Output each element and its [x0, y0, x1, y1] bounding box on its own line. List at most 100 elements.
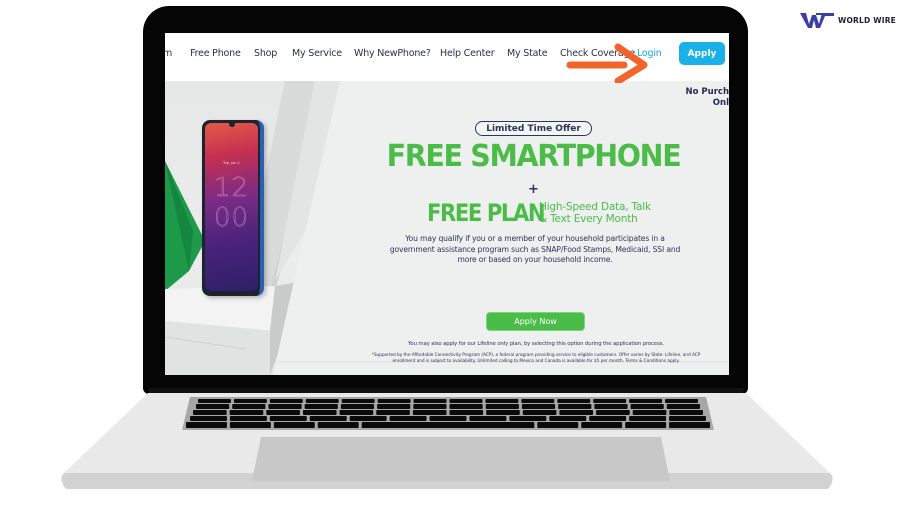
plan-title: FREE PLAN: [427, 199, 546, 227]
keyboard-key: [629, 416, 667, 421]
nav-item-free-phone[interactable]: Free Phone: [190, 48, 241, 59]
keyboard-key: [193, 410, 227, 415]
side-note-line1: No Purch: [685, 87, 729, 97]
nav-item-shop[interactable]: Shop: [254, 48, 277, 59]
keyboard-key: [666, 404, 700, 409]
keyboard-key: [186, 422, 227, 428]
keyboard-key: [596, 410, 630, 415]
keyboard-key: [509, 416, 547, 421]
keyboard-key: [305, 399, 339, 403]
keyboard-key: [302, 410, 337, 415]
keyboard-spacebar: [361, 422, 535, 428]
keyboard-key: [304, 404, 338, 409]
keyboard-key: [349, 416, 387, 421]
keyboard-key: [522, 410, 557, 415]
keyboard-key: [389, 416, 427, 421]
keyboard-key: [339, 410, 374, 415]
keyboard-key: [521, 404, 556, 409]
keyboard-key: [268, 404, 302, 409]
phone-clock-minutes: 00: [213, 203, 250, 233]
keyboard-key: [429, 416, 467, 421]
keyboard-key: [632, 410, 667, 415]
keyboard-key: [229, 416, 267, 421]
nav-item-help-center[interactable]: Help Center: [440, 48, 495, 59]
keyboard-key: [665, 399, 698, 403]
phone-clock: 12 00: [205, 173, 258, 233]
annotation-arrow-icon: [566, 43, 648, 83]
nav-item-partial[interactable]: m: [165, 48, 172, 59]
keyboard-key: [558, 404, 592, 409]
keyboard-key: [593, 399, 627, 403]
keyboard-key: [269, 416, 307, 421]
side-note-line2: Onl: [712, 98, 729, 108]
limited-offer-badge: Limited Time Offer: [475, 121, 592, 136]
keyboard-key: [486, 410, 520, 415]
keyboard-key: [594, 404, 628, 409]
smartphone-image: Tue, Jan 1 12 00: [202, 120, 264, 296]
plan-subtitle-line1: High-Speed Data, Talk: [539, 201, 651, 213]
keyboard-key: [232, 404, 266, 409]
keyboard-key: [630, 404, 664, 409]
plus-sign: +: [528, 182, 539, 197]
hero-headline: FREE SMARTPHONE: [386, 139, 682, 174]
nav-item-my-service[interactable]: My Service: [292, 48, 342, 59]
apply-now-button[interactable]: Apply Now: [486, 312, 585, 331]
keyboard-key: [549, 416, 587, 421]
keyboard-key: [469, 416, 507, 421]
keyboard-key: [229, 410, 264, 415]
keyboard-key: [521, 399, 555, 403]
laptop-keyboard-deck: [61, 393, 833, 489]
keyboard-key: [559, 410, 594, 415]
phone-screen: Tue, Jan 1 12 00: [205, 123, 258, 291]
keyboard-key: [341, 399, 375, 403]
keyboard-key: [190, 416, 227, 421]
keyboard-key: [413, 399, 447, 403]
keyboard-key: [537, 422, 579, 428]
keyboard-key: [317, 422, 359, 428]
keyboard-key: [669, 416, 706, 421]
keyboard-key: [485, 399, 519, 403]
keyboard-key: [413, 404, 447, 409]
nav-item-my-state[interactable]: My State: [507, 48, 548, 59]
plan-subtitle-line2: & Text Every Month: [539, 213, 638, 225]
keyboard-key: [449, 410, 484, 415]
keyboard-key: [376, 410, 410, 415]
side-note: No Purch Onl: [669, 87, 729, 109]
disclaimer-text: *Supported by the Affordable Connectivit…: [371, 353, 701, 365]
keyboard-key: [198, 399, 231, 403]
hero-banner: No Purch Onl Tue, Jan 1 12 00 Limited Ti…: [165, 81, 729, 375]
keyboard-key: [669, 410, 703, 415]
nav-item-why-newphone[interactable]: Why NewPhone?: [354, 48, 431, 59]
phone-notch: [229, 123, 235, 127]
keyboard-key: [266, 410, 300, 415]
keyboard-key: [581, 422, 623, 428]
keyboard-key: [557, 399, 591, 403]
keyboard-key: [377, 404, 411, 409]
plan-subtitle: High-Speed Data, Talk & Text Every Month: [539, 201, 651, 225]
keyboard-key: [273, 422, 315, 428]
keyboard-key: [412, 410, 447, 415]
phone-clock-hours: 12: [213, 173, 250, 203]
keyboard-key: [589, 416, 627, 421]
keyboard-key: [629, 399, 663, 403]
keyboard-key: [449, 404, 483, 409]
keyboard-key: [625, 422, 667, 428]
keyboard-key: [229, 422, 271, 428]
qualify-text: You may qualify if you or a member of yo…: [389, 234, 681, 264]
lifeline-note: You may also apply for our Lifeline only…: [408, 341, 664, 347]
laptop-base: [58, 393, 836, 489]
laptop-screen: m Free Phone Shop My Service Why NewPhon…: [165, 33, 729, 375]
keyboard-key: [485, 404, 519, 409]
phone-date: Tue, Jan 1: [223, 161, 240, 165]
keyboard-key: [377, 399, 411, 403]
apply-button[interactable]: Apply: [679, 42, 725, 65]
world-wire-logo: WORLD WIRE: [800, 11, 896, 29]
keyboard-key: [196, 404, 230, 409]
keyboard-key: [309, 416, 347, 421]
keyboard-key: [449, 399, 483, 403]
brand-name: WORLD WIRE: [838, 15, 897, 25]
keyboard-key: [233, 399, 267, 403]
keyboard-key: [340, 404, 375, 409]
ww-logo-icon: [800, 13, 834, 28]
keyboard-key: [269, 399, 303, 403]
